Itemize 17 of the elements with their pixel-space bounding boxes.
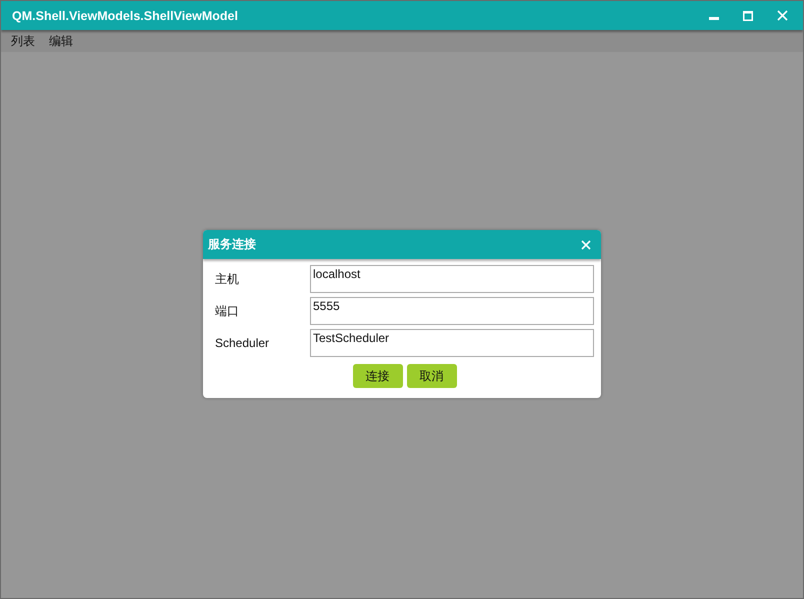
menu-item[interactable]: 编辑 [49, 32, 73, 50]
maximize-icon [743, 10, 753, 20]
minimize-icon [709, 17, 719, 20]
input-field[interactable]: TestScheduler [310, 329, 594, 357]
close-icon [776, 10, 788, 21]
dialog-title: 服务连接 [208, 236, 256, 253]
field-label: Scheduler [215, 336, 270, 350]
field-label: 端口 [215, 302, 240, 320]
window-title: QM.Shell.ViewModels.ShellViewModel [11, 8, 238, 22]
close-button[interactable] [579, 238, 593, 252]
dialog-button[interactable]: 连接 [352, 364, 402, 388]
menu-item[interactable]: 列表 [11, 32, 35, 50]
dialog-button[interactable]: 取消 [406, 364, 456, 388]
field-label: 主机 [215, 270, 240, 288]
input-field[interactable]: 5555 [310, 297, 594, 325]
input-field[interactable]: localhost [310, 265, 594, 293]
close-icon [581, 240, 591, 250]
